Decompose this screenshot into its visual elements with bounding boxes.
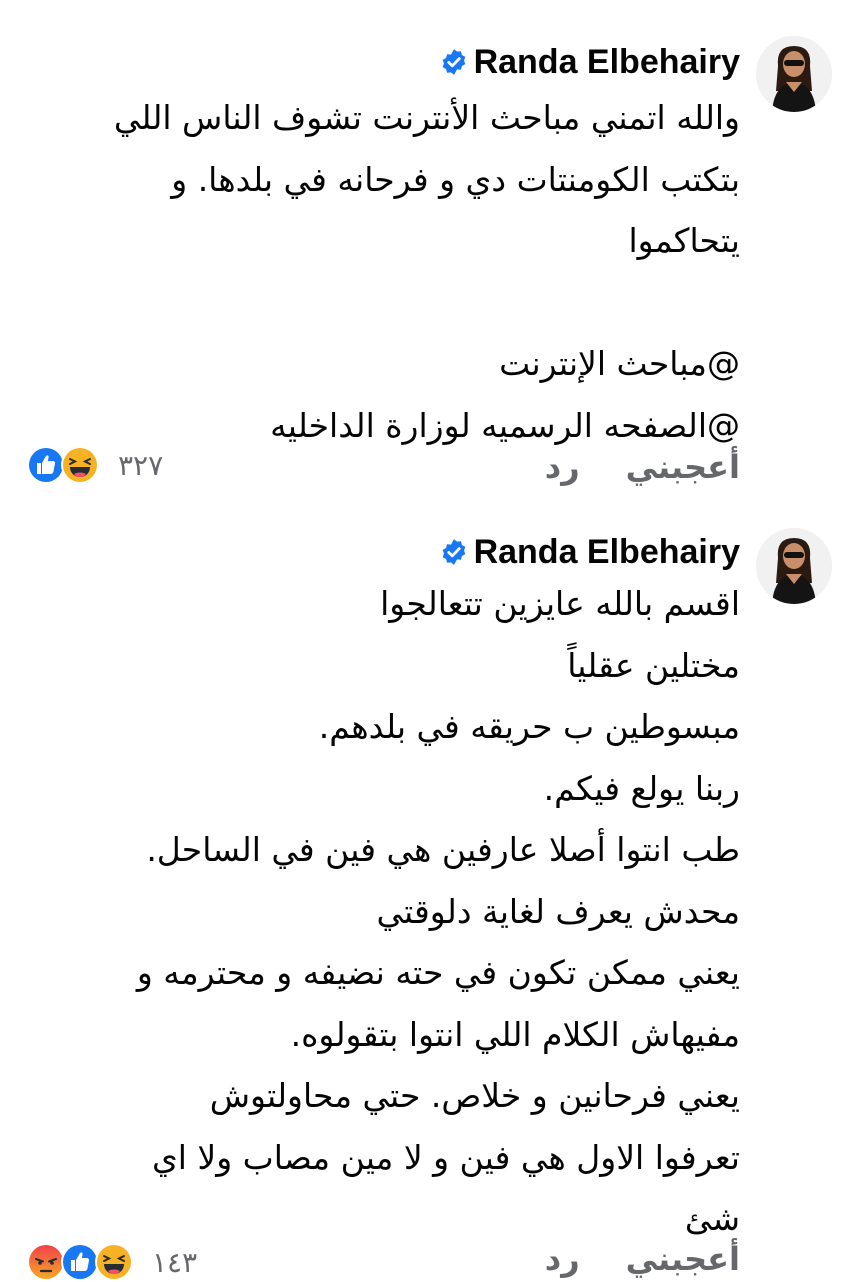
comment-line: ربنا يولع فيكم. [543, 768, 740, 808]
comment-line: تعرفوا الاول هي فين و لا مين مصاب ولا اي [151, 1137, 740, 1177]
reactions-summary[interactable]: ٣٢٧ [26, 445, 163, 485]
comment-line: اقسم بالله عايزين تتعالجوا [380, 584, 740, 623]
reaction-count: ١٤٣ [152, 1245, 198, 1279]
comment-line: طب انتوا أصلا عارفين هي فين في الساحل. [146, 830, 740, 869]
reaction-count: ٣٢٧ [118, 448, 164, 482]
reply-button[interactable]: رد [545, 1240, 580, 1278]
comment-body: والله اتمني مباحث الأنترنت تشوف الناس ال… [20, 87, 740, 456]
comment-line: محدش يعرف لغاية دلوقتي [376, 891, 740, 931]
verified-badge-icon [442, 539, 465, 565]
comment-line: يعني ممكن تكون في حته نضيفه و محترمه و [136, 953, 740, 992]
comment-line: يعني فرحانين و خلاص. حتي محاولتوش [209, 1076, 740, 1115]
comment-line: مفيهاش الكلام اللي انتوا بتقولوه. [290, 1014, 740, 1054]
avatar[interactable] [756, 528, 832, 604]
haha-icon [95, 1243, 133, 1281]
profile-photo [756, 528, 832, 604]
comment-line: والله اتمني مباحث الأنترنت تشوف الناس ال… [113, 98, 740, 137]
like-button[interactable]: أعجبني [626, 1240, 740, 1278]
haha-icon [61, 446, 99, 484]
comment-line: يتحاكموا [628, 221, 740, 260]
comment-line [20, 272, 740, 334]
comment-line: مبسوطين ب حريقه في بلدهم. [318, 707, 740, 746]
comment-actions: أعجبني رد [545, 448, 740, 486]
avatar[interactable] [756, 36, 832, 112]
author-name[interactable]: Randa Elbehairy [474, 43, 740, 82]
like-button[interactable]: أعجبني [626, 448, 740, 486]
author-row: Randa Elbehairy [440, 40, 740, 84]
reactions-summary[interactable]: ١٤٣ [26, 1242, 197, 1282]
reply-button[interactable]: رد [545, 448, 580, 486]
comment-line: مختلين عقلياً [567, 645, 740, 685]
comment-body: اقسم بالله عايزين تتعالجوا مختلين عقلياً… [20, 573, 740, 1250]
profile-photo [756, 36, 832, 112]
author-row: Randa Elbehairy [440, 530, 740, 574]
comment-actions: أعجبني رد [545, 1240, 740, 1278]
comment-line: بتكتب الكومنتات دي و فرحانه في بلدها. و [171, 159, 740, 199]
verified-badge-icon [442, 49, 465, 75]
mention-link[interactable]: @مباحث الإنترنت [20, 333, 740, 395]
author-name[interactable]: Randa Elbehairy [474, 533, 740, 572]
